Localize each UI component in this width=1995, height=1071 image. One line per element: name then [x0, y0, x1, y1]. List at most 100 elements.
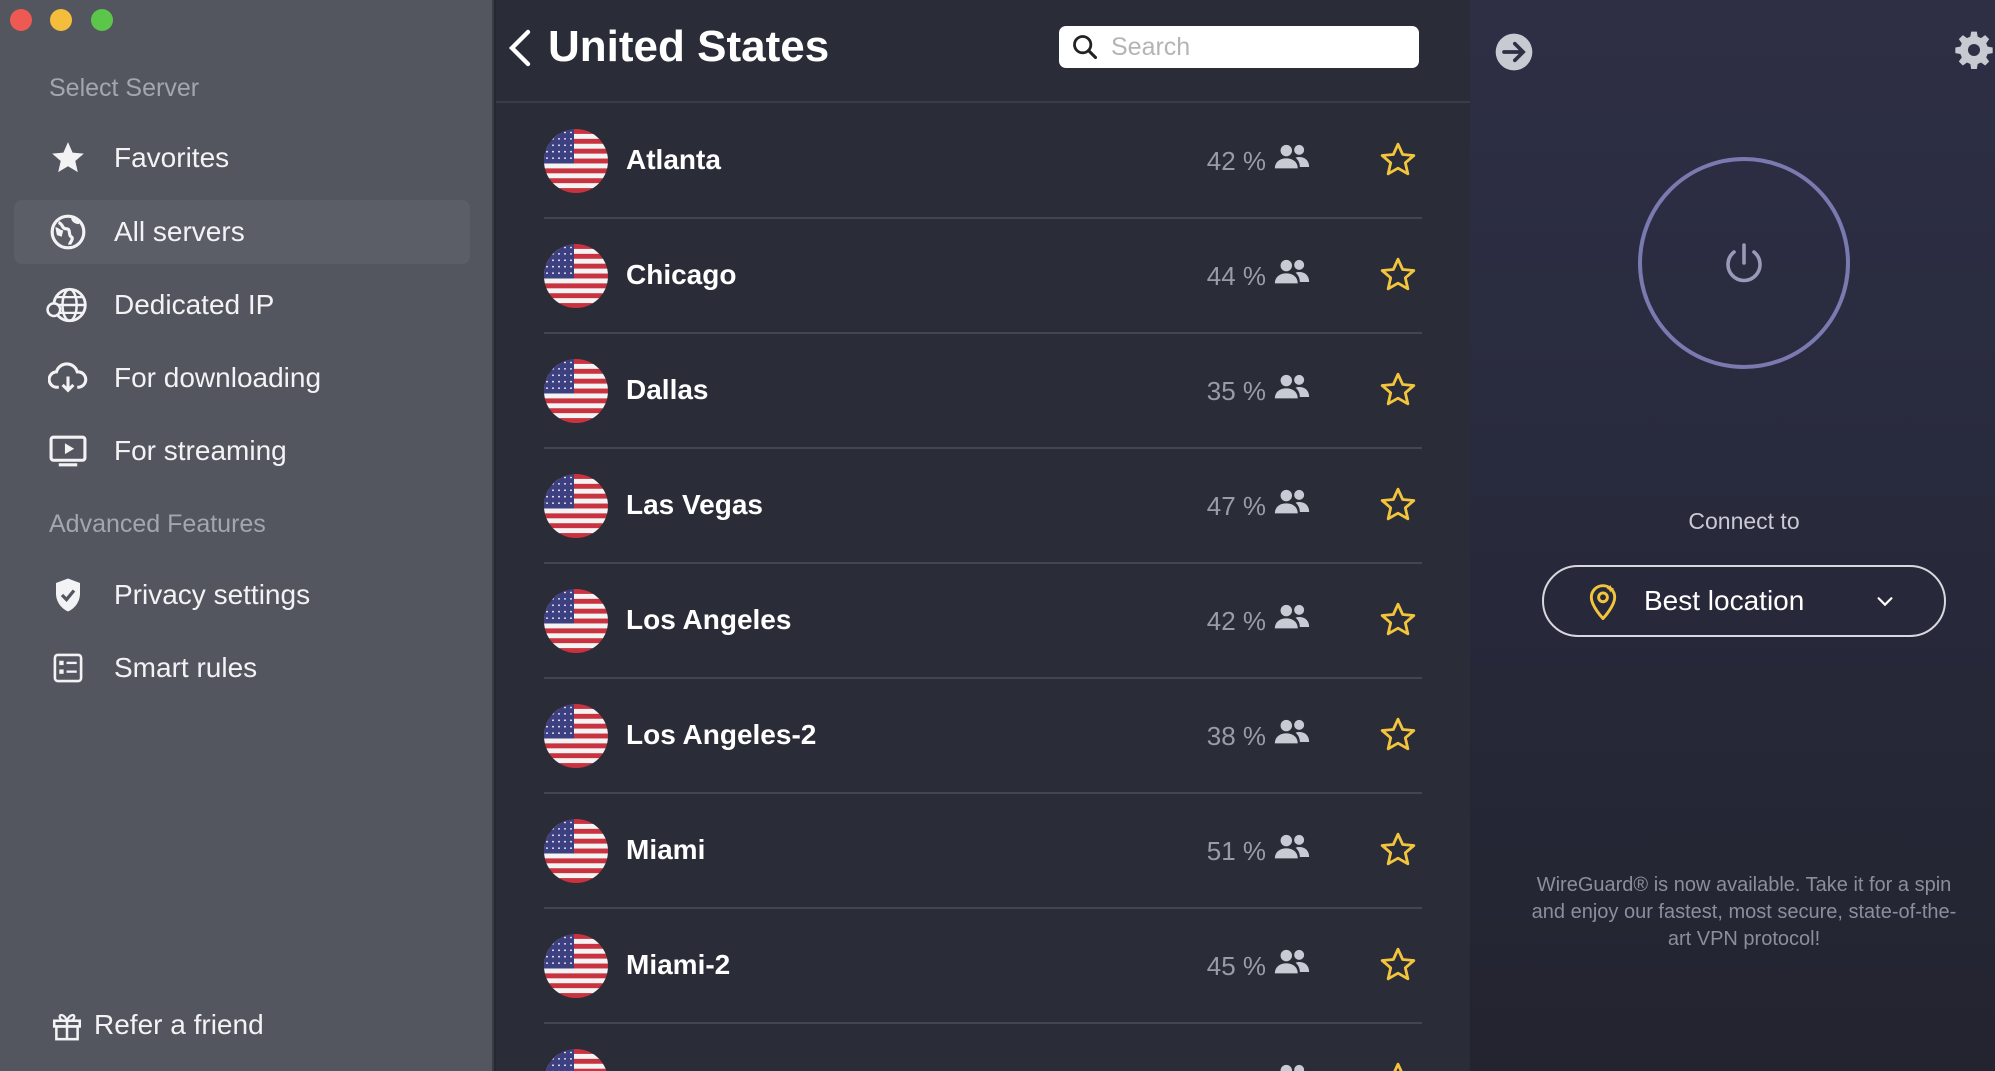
users-icon [1272, 1062, 1312, 1071]
server-row[interactable]: Las Vegas 47 % [544, 449, 1422, 564]
settings-button[interactable] [1954, 30, 1994, 70]
sidebar-item-label: For downloading [114, 362, 322, 393]
server-load: 42 % [1206, 606, 1266, 636]
favorite-star-button[interactable] [1378, 830, 1418, 870]
sidebar-item-for-streaming[interactable]: For streaming [14, 419, 470, 483]
minimize-window-button[interactable] [50, 9, 72, 31]
connect-to-label: Connect to [1688, 508, 1800, 534]
server-row[interactable]: Dallas 35 % [544, 334, 1422, 449]
favorite-star-button[interactable] [1378, 140, 1418, 180]
us-flag-icon [544, 359, 608, 423]
sidebar-item-all-servers[interactable]: All servers [14, 200, 470, 264]
advanced-features-heading: Advanced Features [49, 510, 266, 538]
us-flag-icon [544, 1049, 608, 1071]
users-icon [1272, 947, 1312, 981]
location-label: Best location [1644, 585, 1805, 616]
favorite-star-button[interactable] [1378, 370, 1418, 410]
server-load: 44 % [1206, 261, 1266, 291]
sidebar-item-favorites[interactable]: Favorites [14, 126, 470, 190]
users-icon [1272, 142, 1312, 176]
power-icon [1726, 243, 1762, 283]
us-flag-icon [544, 244, 608, 308]
favorite-star-button[interactable] [1378, 945, 1418, 985]
server-row[interactable]: Atlanta 42 % [544, 104, 1422, 219]
sidebar-item-label: Dedicated IP [114, 289, 275, 320]
list-header: United States [496, 0, 1470, 103]
chevron-down-icon [1874, 589, 1898, 613]
server-load: 51 % [1206, 836, 1266, 866]
users-icon [1272, 487, 1312, 521]
server-load: 42 % [1206, 146, 1266, 176]
users-icon [1272, 717, 1312, 751]
search-icon [1071, 32, 1101, 62]
wireguard-notice: WireGuard® is now available. Take it for… [1531, 874, 1957, 950]
sidebar-item-privacy-settings[interactable]: Privacy settings [14, 563, 470, 627]
server-city: Atlanta [626, 144, 721, 175]
server-load: 38 % [1206, 721, 1266, 751]
forward-button[interactable] [1494, 32, 1534, 72]
users-icon [1272, 602, 1312, 636]
favorite-star-button[interactable] [1378, 1060, 1418, 1071]
server-row[interactable]: Chicago 44 % [544, 219, 1422, 334]
us-flag-icon [544, 589, 608, 653]
users-icon [1272, 372, 1312, 406]
us-flag-icon [544, 934, 608, 998]
users-icon [1272, 832, 1312, 866]
sidebar-item-label: Privacy settings [114, 579, 311, 610]
sidebar-item-for-downloading[interactable]: For downloading [14, 346, 470, 410]
server-row[interactable]: Los Angeles-2 38 % [544, 679, 1422, 794]
server-row[interactable]: Miami-2 45 % [544, 909, 1422, 1024]
server-city: Dallas [626, 374, 709, 405]
page-title: United States [548, 22, 830, 71]
refer-a-friend-label: Refer a friend [94, 1009, 264, 1040]
close-window-button[interactable] [10, 9, 32, 31]
sidebar-item-label: Favorites [114, 142, 230, 173]
back-button[interactable] [506, 28, 536, 68]
us-flag-icon [544, 819, 608, 883]
server-city: Chicago [626, 259, 737, 290]
server-city: Las Vegas [626, 489, 763, 520]
server-load: 35 % [1206, 376, 1266, 406]
sidebar-item-label: All servers [114, 216, 245, 247]
star-icon [46, 136, 90, 180]
us-flag-icon [544, 129, 608, 193]
sidebar-item-label: Smart rules [114, 652, 258, 683]
power-toggle-button[interactable] [1638, 157, 1850, 369]
rules-list-icon [46, 646, 90, 690]
server-rows: Atlanta 42 % Chicago 44 % Dallas 35 % Las Vega… [544, 104, 1422, 1071]
connect-panel: Connect to Best location WireGuard® is n… [1470, 0, 1995, 1071]
globe-icon [46, 210, 90, 254]
server-row-partial[interactable] [544, 1024, 1422, 1071]
server-load: 45 % [1206, 951, 1266, 981]
play-screen-icon [46, 429, 90, 473]
location-dropdown[interactable]: Best location [1542, 565, 1946, 637]
search-field[interactable] [1059, 26, 1419, 68]
favorite-star-button[interactable] [1378, 715, 1418, 755]
arrow-right-icon [1495, 33, 1533, 71]
zoom-window-button[interactable] [91, 9, 113, 31]
search-input[interactable] [1111, 32, 1401, 62]
server-city: Miami-2 [626, 949, 731, 980]
sidebar-item-dedicated-ip[interactable]: Dedicated IP [14, 273, 470, 337]
sidebar: Select Server Favorites All servers Dedi… [0, 0, 494, 1071]
refer-a-friend-button[interactable]: Refer a friend [50, 1000, 264, 1050]
server-row[interactable]: Los Angeles 42 % [544, 564, 1422, 679]
server-list-panel: United States Atlanta 42 % Chicago 44 % Dall… [496, 0, 1470, 1071]
users-icon [1272, 257, 1312, 291]
shield-check-icon [46, 573, 90, 617]
favorite-star-button[interactable] [1378, 485, 1418, 525]
favorite-star-button[interactable] [1378, 255, 1418, 295]
gift-icon [50, 1007, 86, 1043]
sidebar-item-label: For streaming [114, 435, 287, 466]
select-server-heading: Select Server [49, 74, 200, 102]
favorite-star-button[interactable] [1378, 600, 1418, 640]
location-pin-icon [1588, 581, 1622, 621]
us-flag-icon [544, 704, 608, 768]
server-city: Los Angeles-2 [626, 719, 817, 750]
server-city: Miami [626, 834, 706, 865]
gear-icon [1955, 31, 1993, 70]
sidebar-item-smart-rules[interactable]: Smart rules [14, 636, 470, 700]
cloud-download-icon [46, 356, 90, 400]
us-flag-icon [544, 474, 608, 538]
server-row[interactable]: Miami 51 % [544, 794, 1422, 909]
